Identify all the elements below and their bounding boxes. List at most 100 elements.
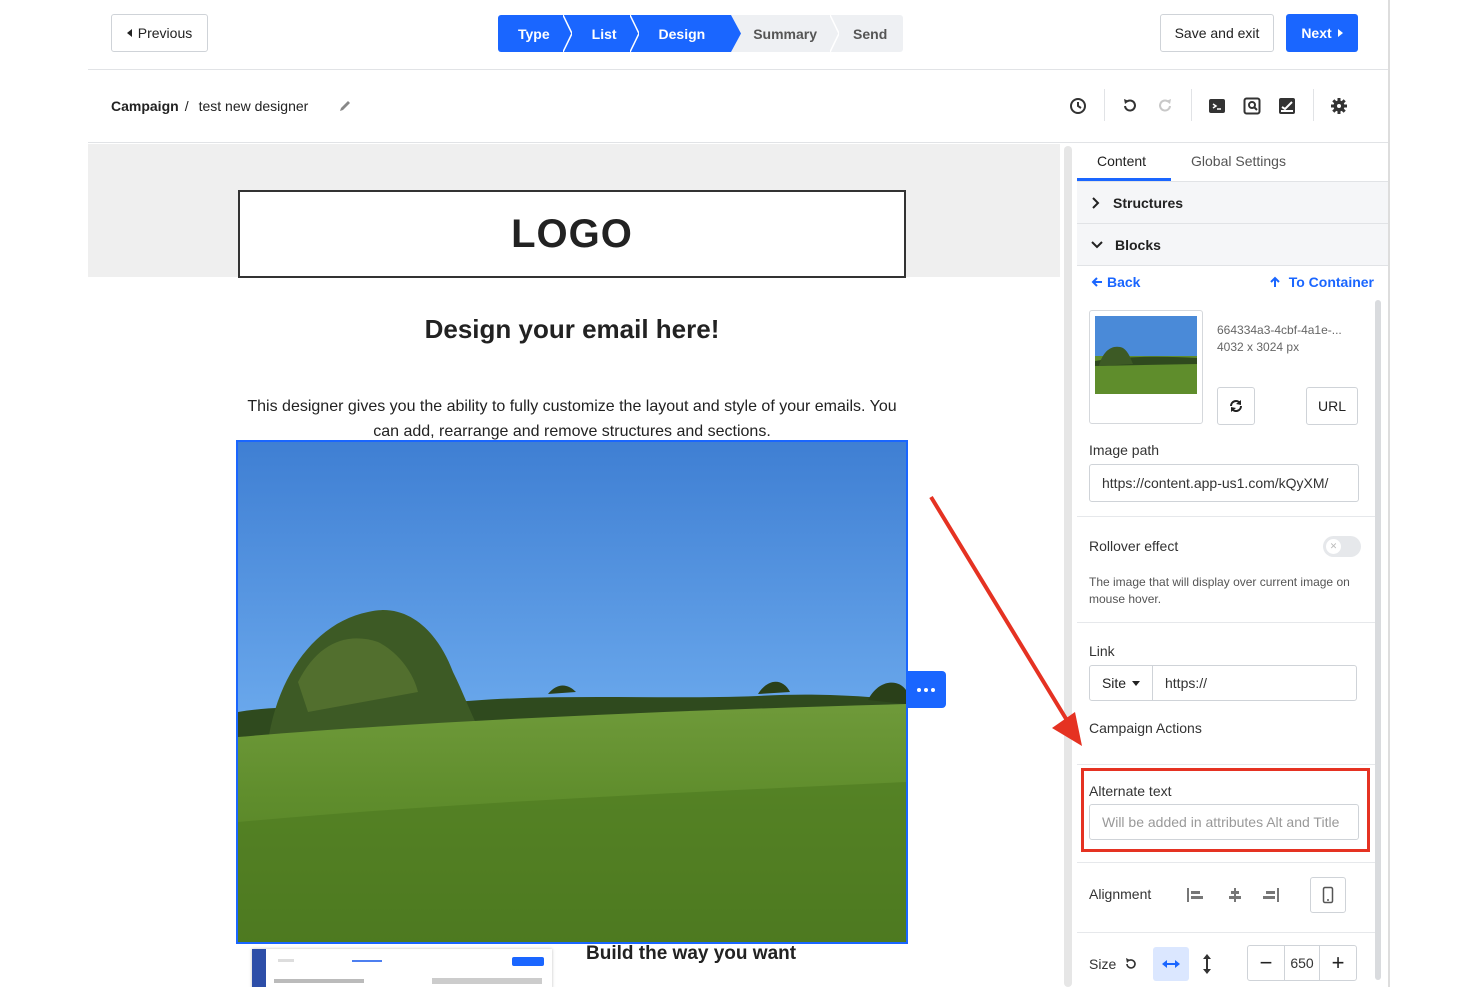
fit-height-icon[interactable]: [1189, 947, 1225, 981]
breadcrumb: Campaign / test new designer: [111, 98, 352, 114]
save-and-exit-label: Save and exit: [1174, 25, 1260, 41]
link-type-select[interactable]: Site: [1089, 665, 1153, 701]
increase-size-button[interactable]: +: [1320, 946, 1356, 980]
campaign-actions-link[interactable]: Campaign Actions: [1089, 720, 1202, 736]
block-options-button[interactable]: [906, 671, 946, 708]
panel-tabs: Content Global Settings: [1077, 144, 1388, 182]
caret-down-icon: [1132, 680, 1141, 686]
selected-image-block[interactable]: [236, 440, 908, 944]
email-canvas[interactable]: LOGO Design your email here! This design…: [88, 144, 1060, 987]
block-navigation: Back To Container: [1077, 266, 1388, 298]
designer-toolbar: Campaign / test new designer: [88, 71, 1388, 143]
rollover-effect-label: Rollover effect: [1089, 538, 1179, 554]
previous-button-label: Previous: [137, 25, 193, 41]
divider: [1077, 932, 1377, 933]
structures-label: Structures: [1113, 194, 1184, 211]
size-stepper[interactable]: − 650 +: [1247, 945, 1357, 981]
step-list-label: List: [591, 25, 617, 42]
blocks-section[interactable]: Blocks: [1077, 224, 1388, 266]
step-list[interactable]: List: [571, 15, 640, 52]
caret-right-icon: [1337, 29, 1343, 37]
align-center-icon[interactable]: [1217, 877, 1253, 913]
pencil-icon[interactable]: [338, 99, 352, 113]
save-and-exit-button[interactable]: Save and exit: [1160, 14, 1274, 52]
thumbnail-steps: [352, 960, 382, 962]
to-container-label: To Container: [1288, 274, 1374, 290]
toolbar-divider: [1104, 89, 1105, 121]
image-meta: 664334a3-4cbf-4a1e-... 4032 x 3024 px: [1217, 322, 1342, 356]
logo-text: LOGO: [511, 211, 633, 256]
back-label: Back: [1107, 274, 1141, 290]
thumbnail-sidebar: [252, 949, 266, 987]
step-send-label: Send: [853, 25, 888, 42]
step-summary[interactable]: Summary: [741, 15, 840, 52]
code-icon[interactable]: [1204, 93, 1230, 119]
history-icon[interactable]: [1065, 93, 1091, 119]
tab-content[interactable]: Content: [1097, 153, 1146, 169]
previous-button[interactable]: Previous: [111, 14, 208, 52]
redo-icon[interactable]: [1152, 93, 1178, 119]
breadcrumb-root[interactable]: Campaign: [111, 98, 179, 114]
save-template-icon[interactable]: [1274, 93, 1300, 119]
step-summary-label: Summary: [753, 25, 818, 42]
email-subheading[interactable]: Build the way you want: [586, 943, 796, 965]
link-type-value: Site: [1101, 675, 1127, 691]
next-button-label: Next: [1301, 25, 1332, 41]
undo-icon[interactable]: [1117, 93, 1143, 119]
arrow-up-icon: [1269, 276, 1280, 287]
logo-placeholder[interactable]: LOGO: [238, 190, 906, 278]
top-navigation-bar: Previous Type List Design Summary Send S…: [88, 0, 1388, 70]
thumbnail-line: [278, 959, 294, 962]
campaign-steps: Type List Design Summary Send: [498, 15, 904, 52]
email-paragraph[interactable]: This designer gives you the ability to f…: [236, 394, 908, 444]
link-url-input[interactable]: https://: [1152, 665, 1357, 701]
step-type-label: Type: [518, 25, 550, 42]
mobile-view-icon[interactable]: [1310, 877, 1346, 913]
image-dimensions: 4032 x 3024 px: [1217, 340, 1300, 354]
thumbnail-button: [512, 957, 544, 966]
blocks-label: Blocks: [1115, 236, 1161, 253]
dot: [931, 687, 935, 692]
align-left-icon[interactable]: [1177, 877, 1213, 913]
replace-image-button[interactable]: [1217, 387, 1255, 425]
reset-size-icon[interactable]: [1113, 947, 1149, 981]
email-heading[interactable]: Design your email here!: [238, 314, 906, 345]
preview-icon[interactable]: [1239, 93, 1265, 119]
screenshot-thumbnail: [252, 949, 552, 987]
align-right-icon[interactable]: [1253, 877, 1289, 913]
landscape-image: [238, 442, 906, 942]
url-button[interactable]: URL: [1306, 387, 1358, 425]
structures-section[interactable]: Structures: [1077, 182, 1388, 224]
rollover-toggle[interactable]: ✕: [1323, 536, 1361, 557]
decrease-size-button[interactable]: −: [1248, 946, 1284, 980]
tab-global-settings[interactable]: Global Settings: [1191, 153, 1286, 169]
thumbnail-tools: [432, 978, 542, 984]
canvas-scrollbar[interactable]: [1064, 146, 1072, 987]
image-path-input[interactable]: https://content.app-us1.com/kQyXM/: [1089, 464, 1359, 502]
back-link[interactable]: Back: [1091, 274, 1140, 290]
rollover-hint: The image that will display over current…: [1089, 575, 1350, 606]
settings-panel: Content Global Settings Structures Block…: [1077, 144, 1388, 987]
annotation-highlight-box: [1081, 768, 1370, 852]
fit-width-icon[interactable]: [1153, 947, 1189, 981]
toolbar-divider: [1313, 89, 1314, 121]
image-thumbnail-card[interactable]: [1089, 310, 1203, 424]
next-button[interactable]: Next: [1286, 14, 1358, 52]
image-path-label: Image path: [1089, 442, 1160, 458]
divider: [1077, 862, 1377, 863]
dot: [924, 687, 928, 692]
divider: [1077, 764, 1377, 765]
divider: [1077, 516, 1377, 517]
gear-icon[interactable]: [1326, 93, 1352, 119]
step-design-label: Design: [658, 25, 706, 42]
step-design[interactable]: Design: [638, 15, 732, 52]
step-send[interactable]: Send: [839, 15, 904, 52]
to-container-link[interactable]: To Container: [1269, 274, 1374, 290]
step-type[interactable]: Type: [498, 15, 573, 52]
active-tab-indicator: [1077, 178, 1171, 181]
url-button-label: URL: [1317, 398, 1346, 414]
panel-scrollbar[interactable]: [1375, 300, 1381, 980]
alignment-label: Alignment: [1089, 886, 1152, 902]
breadcrumb-separator: /: [184, 98, 189, 114]
size-value[interactable]: 650: [1284, 946, 1320, 980]
